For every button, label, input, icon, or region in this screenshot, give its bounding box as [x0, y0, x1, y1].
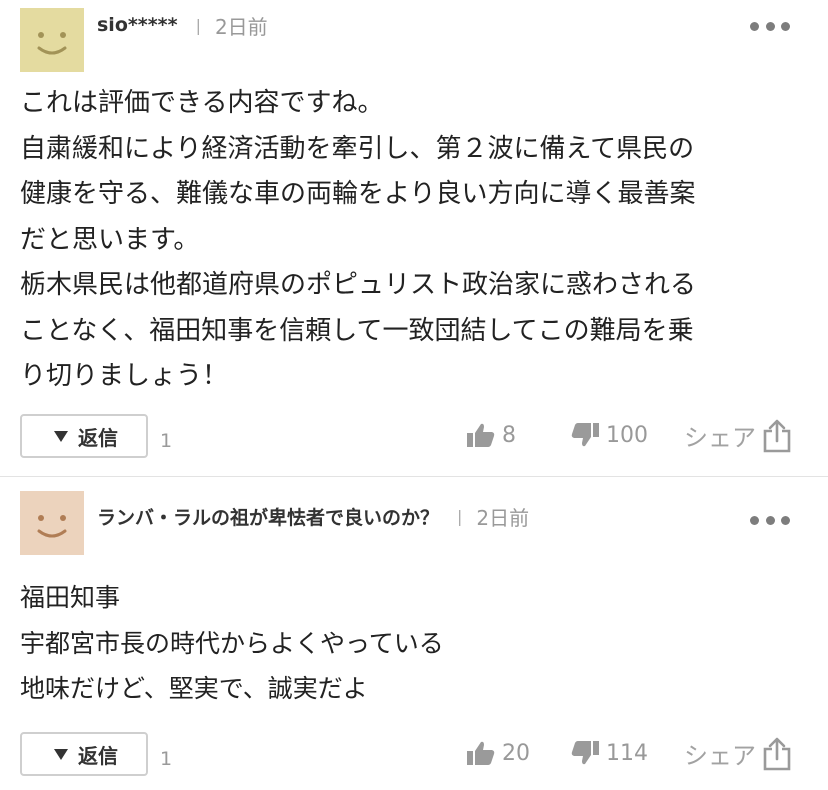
triangle-down-icon: [54, 748, 68, 760]
comment-body: これは評価できる内容ですね。 自粛緩和により経済活動を牽引し、第２波に備えて県民…: [20, 81, 810, 400]
comment-text-line: ことなく、福田知事を信頼して一致団結してこの難局を乗: [20, 315, 694, 346]
avatar-face-icon: [20, 8, 84, 72]
timestamp: 2日前: [214, 14, 268, 39]
comment-text-line: これは評価できる内容ですね。: [20, 88, 384, 118]
share-label: シェア: [684, 424, 756, 452]
username[interactable]: sio*****: [97, 14, 178, 36]
like-button[interactable]: 8: [466, 422, 516, 448]
comment-text-line: だと思います。: [20, 224, 200, 255]
like-count: 20: [502, 740, 530, 766]
more-dots-icon[interactable]: [750, 513, 790, 527]
comment-meta: ランバ・ラルの祖が卑怯者で良いのか？ | 2日前: [97, 501, 529, 531]
meta-separator: |: [195, 15, 201, 35]
comment-actions: 返信 1 20 114 シェア: [0, 732, 828, 782]
comment-text-line: 栃木県民は他都道府県のポピュリスト政治家に惑わされる: [20, 270, 697, 300]
dislike-button[interactable]: 100: [570, 422, 648, 448]
comment-item: sio***** | 2日前 これは評価できる内容ですね。 自粛緩和により経済活…: [0, 0, 828, 477]
comment-text-line: り切りましょう！: [20, 361, 229, 391]
like-count: 8: [502, 422, 516, 448]
reply-label: 返信: [78, 425, 118, 450]
thumbs-up-icon: [466, 740, 496, 766]
share-button[interactable]: シェア: [684, 736, 792, 771]
comment-text-line: 宇都宮市長の時代からよくやっている: [20, 628, 444, 658]
more-dots-icon[interactable]: [750, 19, 790, 33]
timestamp: 2日前: [476, 505, 530, 530]
avatar[interactable]: [20, 8, 84, 72]
comment-text-line: 自粛緩和により経済活動を牽引し、第２波に備えて県民の: [20, 133, 695, 164]
share-button[interactable]: シェア: [684, 418, 792, 453]
username[interactable]: ランバ・ラルの祖が卑怯者で良いのか？: [97, 503, 439, 530]
comment-text-line: 福田知事: [20, 583, 121, 612]
share-icon: [762, 737, 792, 771]
reply-count: 1: [160, 748, 173, 770]
triangle-down-icon: [54, 430, 68, 442]
thumbs-up-icon: [466, 422, 496, 448]
dislike-count: 114: [606, 740, 648, 766]
meta-separator: |: [457, 506, 463, 526]
dislike-count: 100: [606, 422, 648, 448]
comment-actions: 返信 1 8 100 シェア: [0, 414, 828, 464]
comment-body: 福田知事 宇都宮市長の時代からよくやっている 地味だけど、堅実で、誠実だよ: [20, 575, 810, 712]
thumbs-down-icon: [570, 740, 600, 766]
reply-label: 返信: [78, 743, 118, 768]
share-label: シェア: [684, 742, 756, 770]
thumbs-down-icon: [570, 422, 600, 448]
like-button[interactable]: 20: [466, 740, 530, 766]
reply-button[interactable]: 返信: [20, 414, 148, 458]
comment-meta: sio***** | 2日前: [97, 10, 268, 40]
avatar[interactable]: [20, 491, 84, 555]
reply-count: 1: [160, 430, 173, 452]
dislike-button[interactable]: 114: [570, 740, 648, 766]
avatar-face-icon: [20, 491, 84, 555]
comment-text-line: 地味だけど、堅実で、誠実だよ: [20, 674, 368, 703]
share-icon: [762, 419, 792, 453]
reply-button[interactable]: 返信: [20, 732, 148, 776]
comment-item: ランバ・ラルの祖が卑怯者で良いのか？ | 2日前 福田知事 宇都宮市長の時代から…: [0, 477, 828, 790]
comment-text-line: 健康を守る、難儀な車の両輪をより良い方向に導く最善案: [20, 179, 696, 209]
